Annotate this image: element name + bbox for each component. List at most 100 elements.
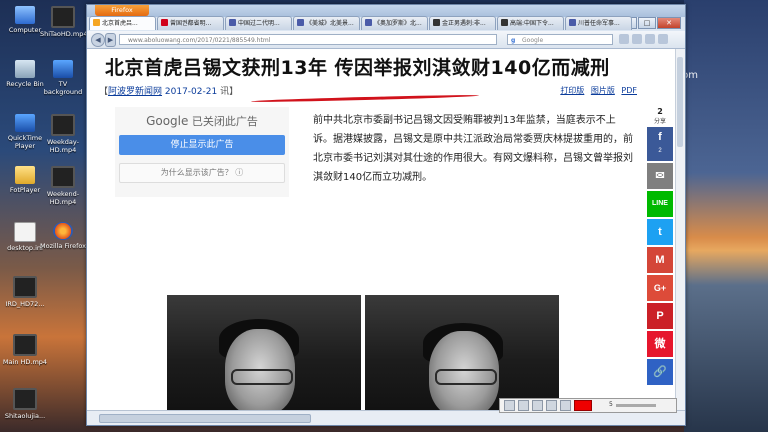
date-suffix: 讯 <box>220 87 230 97</box>
favicon-icon <box>93 19 100 26</box>
tab-8[interactable]: 川普任命军事... <box>565 16 632 30</box>
share-sidebar: 2 分享 f2 ✉ LINE t M G+ P 微 🔗 <box>647 107 673 387</box>
tab-4[interactable]: 《美城》北美景... <box>293 16 360 30</box>
article-meta: 【阿波罗新闻网 2017-02-21 讯】 <box>99 87 239 97</box>
zoom-value: 5 <box>609 401 613 408</box>
tab-2[interactable]: 曾国권都省明... <box>157 16 224 30</box>
favicon-icon <box>365 19 372 26</box>
computer-icon <box>15 6 35 24</box>
pinterest-share-button[interactable]: P <box>647 303 673 329</box>
vertical-scrollbar[interactable] <box>675 49 685 411</box>
recycle-bin-icon <box>15 60 35 78</box>
bookmark-icon[interactable] <box>619 34 629 44</box>
google-plus-icon: G+ <box>653 283 667 293</box>
toolbar-icons <box>619 34 668 44</box>
address-bar[interactable]: www.aboluowang.com/2017/0221/885549.html <box>119 34 497 45</box>
photo-right <box>365 295 559 411</box>
copy-link-button[interactable]: 🔗 <box>647 359 673 385</box>
home-icon[interactable] <box>645 34 655 44</box>
desktop-icon-main-hd[interactable]: Main HD.mp4 <box>2 334 48 366</box>
color-swatch[interactable] <box>574 400 592 411</box>
checkbox-icon[interactable] <box>504 400 515 411</box>
firefox-icon <box>53 222 73 240</box>
favicon-icon <box>501 19 508 26</box>
print-version-link[interactable]: 打印版 <box>560 86 584 95</box>
web-page: 北京首虎吕锡文获刑13年 传因举报刘淇敛财140亿而减刑 【阿波罗新闻网 201… <box>87 49 685 411</box>
ad-title: Google 已关闭此广告 <box>115 113 289 129</box>
source-link[interactable]: 阿波罗新闻网 <box>108 87 162 97</box>
navigation-bar: ◀ ▶ www.aboluowang.com/2017/0221/885549.… <box>87 31 685 49</box>
gmail-share-button[interactable]: M <box>647 247 673 273</box>
tab-6[interactable]: 金正男遇刺:非... <box>429 16 496 30</box>
closed-ad-box: Google 已关闭此广告 停止显示此广告 为什么显示该广告？ ⓘ <box>115 107 289 197</box>
tab-5[interactable]: 《奥加罗斯》北... <box>361 16 428 30</box>
image-version-link[interactable]: 图片版 <box>591 86 615 95</box>
back-icon[interactable]: ◀ <box>91 33 105 47</box>
facebook-icon: f <box>658 131 662 143</box>
weibo-icon: 微 <box>654 338 666 350</box>
video-file-icon <box>51 114 75 136</box>
weibo-share-button[interactable]: 微 <box>647 331 673 357</box>
why-this-ad-button[interactable]: 为什么显示该广告？ ⓘ <box>119 163 285 183</box>
facebook-count: 2 <box>658 148 662 154</box>
tab-strip: 北京首虎吕... 曾国권都省明... 中国过二代明... 《美城》北美景... … <box>89 16 632 31</box>
pinterest-icon: P <box>656 310 664 322</box>
desktop-wallpaper <box>684 0 768 432</box>
article-photos <box>167 295 559 411</box>
forward-icon[interactable]: ▶ <box>105 33 116 47</box>
annotation-addon-bar: 5 <box>499 398 677 413</box>
pen-icon[interactable] <box>546 400 557 411</box>
pdf-link[interactable]: PDF <box>621 86 637 95</box>
zoom-slider[interactable] <box>615 404 656 407</box>
horizontal-scroll-thumb[interactable] <box>99 414 311 423</box>
close-button[interactable]: ✕ <box>657 17 681 29</box>
desktop-icon-shitaohd[interactable]: ShiTaoHD.mp4 <box>40 6 87 38</box>
facebook-share-button[interactable]: f2 <box>647 127 673 161</box>
desktop-icon-shitaolujia[interactable]: Shitaolujia... <box>2 388 48 420</box>
print-links: 打印版 图片版 PDF <box>556 85 637 96</box>
firefox-menu-button[interactable]: Firefox <box>95 5 149 16</box>
twitter-icon: t <box>658 226 662 238</box>
video-file-icon <box>13 388 37 410</box>
folder-icon <box>15 166 35 184</box>
tab-1[interactable]: 北京首虎吕... <box>89 16 156 30</box>
vertical-scroll-thumb[interactable] <box>677 57 683 147</box>
video-file-icon <box>51 166 75 188</box>
share-count: 2 <box>657 107 663 116</box>
twitter-share-button[interactable]: t <box>647 219 673 245</box>
download-icon[interactable] <box>632 34 642 44</box>
desktop-icon-ird-hd[interactable]: IRD_HD72... <box>2 276 48 308</box>
stop-showing-ad-button[interactable]: 停止显示此广告 <box>119 135 285 155</box>
line-share-button[interactable]: LINE <box>647 191 673 217</box>
favicon-icon <box>433 19 440 26</box>
link-icon: 🔗 <box>653 366 667 378</box>
save-icon[interactable] <box>518 400 529 411</box>
line-icon: LINE <box>652 200 668 207</box>
video-file-icon <box>51 6 75 28</box>
desktop-icon-weekday[interactable]: Weekday-HD.mp4 <box>40 114 86 154</box>
quicktime-icon <box>15 114 35 132</box>
email-share-button[interactable]: ✉ <box>647 163 673 189</box>
video-file-icon <box>13 276 37 298</box>
gmail-icon: M <box>655 254 665 266</box>
article-headline: 北京首虎吕锡文获刑13年 传因举报刘淇敛财140亿而减刑 <box>105 57 610 79</box>
search-input[interactable]: Google <box>507 34 613 46</box>
email-icon: ✉ <box>655 170 665 182</box>
red-underline-annotation <box>250 94 480 103</box>
desktop-icon-firefox[interactable]: Mozilla Firefox <box>40 222 86 250</box>
tab-7[interactable]: 高端:中国下令... <box>497 16 564 30</box>
image-file-icon <box>53 60 73 78</box>
desktop: Computer ShiTaoHD.mp4 Recycle Bin TV bac… <box>0 0 87 432</box>
brush-icon[interactable] <box>560 400 571 411</box>
desktop-icon-weekend[interactable]: Weekend-HD.mp4 <box>40 166 86 206</box>
maximize-button[interactable]: □ <box>638 17 656 29</box>
desktop-icon-tv-background[interactable]: TV background <box>40 60 86 96</box>
undo-icon[interactable] <box>532 400 543 411</box>
video-file-icon <box>13 334 37 356</box>
google-plus-share-button[interactable]: G+ <box>647 275 673 301</box>
article-date: 2017-02-21 <box>164 87 218 97</box>
tab-3[interactable]: 中国过二代明... <box>225 16 292 30</box>
menu-icon[interactable] <box>658 34 668 44</box>
google-wordmark: Google <box>146 114 189 128</box>
share-label: 分享 <box>653 118 666 125</box>
